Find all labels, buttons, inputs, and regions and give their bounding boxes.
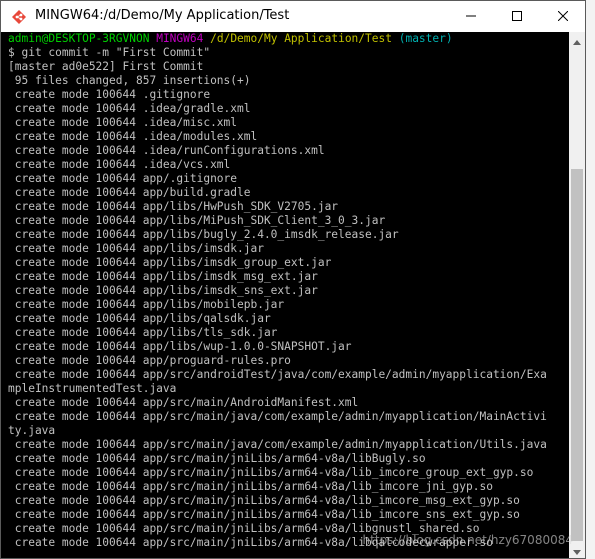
minimize-icon [466,8,476,26]
output-line: create mode 100644 app/src/androidTest/j… [8,368,547,381]
output-line: mpleInstrumentedTest.java [8,382,177,395]
output-line: 95 files changed, 857 insertions(+) [8,74,251,87]
output-line: create mode 100644 app/.gitignore [8,172,238,185]
close-button[interactable] [540,1,585,32]
output-line: create mode 100644 app/src/main/jniLibs/… [8,494,520,507]
scrollbar-thumb[interactable] [571,169,583,541]
maximize-icon [512,8,522,26]
output-line: [master ad0e522] First Commit [8,60,204,73]
output-line: create mode 100644 .gitignore [8,88,211,101]
chevron-down-icon [573,542,581,559]
output-line: create mode 100644 app/src/main/AndroidM… [8,396,359,409]
output-line: create mode 100644 .idea/modules.xml [8,130,258,143]
output-line: create mode 100644 app/build.gradle [8,186,251,199]
terminal-window[interactable]: MINGW64:/d/Demo/My Application/Test admi… [0,0,586,559]
output-line: create mode 100644 app/libs/MiPush_SDK_C… [8,214,386,227]
output-line: create mode 100644 app/src/main/java/com… [8,410,547,423]
output-line: create mode 100644 app/libs/imsdk.jar [8,242,264,255]
prompt-path: /d/Demo/My Application/Test [210,32,392,45]
output-line: create mode 100644 app/src/main/java/com… [8,438,547,451]
scroll-up-button[interactable] [569,32,585,49]
title-bar[interactable]: MINGW64:/d/Demo/My Application/Test [1,1,585,32]
prompt-branch: (master) [398,32,453,45]
output-line: create mode 100644 app/src/main/jniLibs/… [8,466,534,479]
output-line: create mode 100644 app/libs/imsdk_sns_ex… [8,284,318,297]
output-line: create mode 100644 app/libs/HwPush_SDK_V… [8,200,339,213]
output-line: create mode 100644 app/libs/imsdk_group_… [8,256,332,269]
output-line: create mode 100644 app/libs/mobilepb.jar [8,298,285,311]
git-bash-icon [11,9,27,25]
output-line: create mode 100644 app/libs/qalsdk.jar [8,312,271,325]
output-line: create mode 100644 app/src/main/jniLibs/… [8,480,493,493]
prompt-shell: MINGW64 [156,32,204,45]
output-line: create mode 100644 app/src/main/jniLibs/… [8,508,520,521]
maximize-button[interactable] [494,1,540,32]
prompt-user-host: admin@DESKTOP-3RGVNON [8,32,150,45]
command-line: $ git commit -m "First Commit" [8,46,211,59]
output-line: ty.java [8,424,56,437]
minimize-button[interactable] [448,1,494,32]
vertical-scrollbar[interactable] [569,32,585,559]
watermark: https://blog.csdn.net/hzy67080084 [362,533,573,547]
output-line: create mode 100644 app/libs/imsdk_msg_ex… [8,270,318,283]
output-line: create mode 100644 app/src/main/jniLibs/… [8,452,426,465]
command-output: [master ad0e522] First Commit 95 files c… [8,60,569,550]
output-line: create mode 100644 app/libs/wup-1.0.0-SN… [8,340,352,353]
window-title: MINGW64:/d/Demo/My Application/Test [35,8,290,23]
chevron-up-icon [573,32,581,50]
output-line: create mode 100644 app/proguard-rules.pr… [8,354,291,367]
terminal-output[interactable]: admin@DESKTOP-3RGVNON MINGW64 /d/Demo/My… [1,32,569,558]
output-line: create mode 100644 app/libs/bugly_2.4.0_… [8,228,399,241]
close-icon [557,8,569,26]
output-line: create mode 100644 .idea/runConfiguratio… [8,144,325,157]
output-line: create mode 100644 app/libs/tls_sdk.jar [8,326,278,339]
prompt-line: admin@DESKTOP-3RGVNON MINGW64 /d/Demo/My… [8,32,569,46]
output-line: create mode 100644 .idea/gradle.xml [8,102,251,115]
output-line: create mode 100644 .idea/vcs.xml [8,158,231,171]
output-line: create mode 100644 .idea/misc.xml [8,116,238,129]
